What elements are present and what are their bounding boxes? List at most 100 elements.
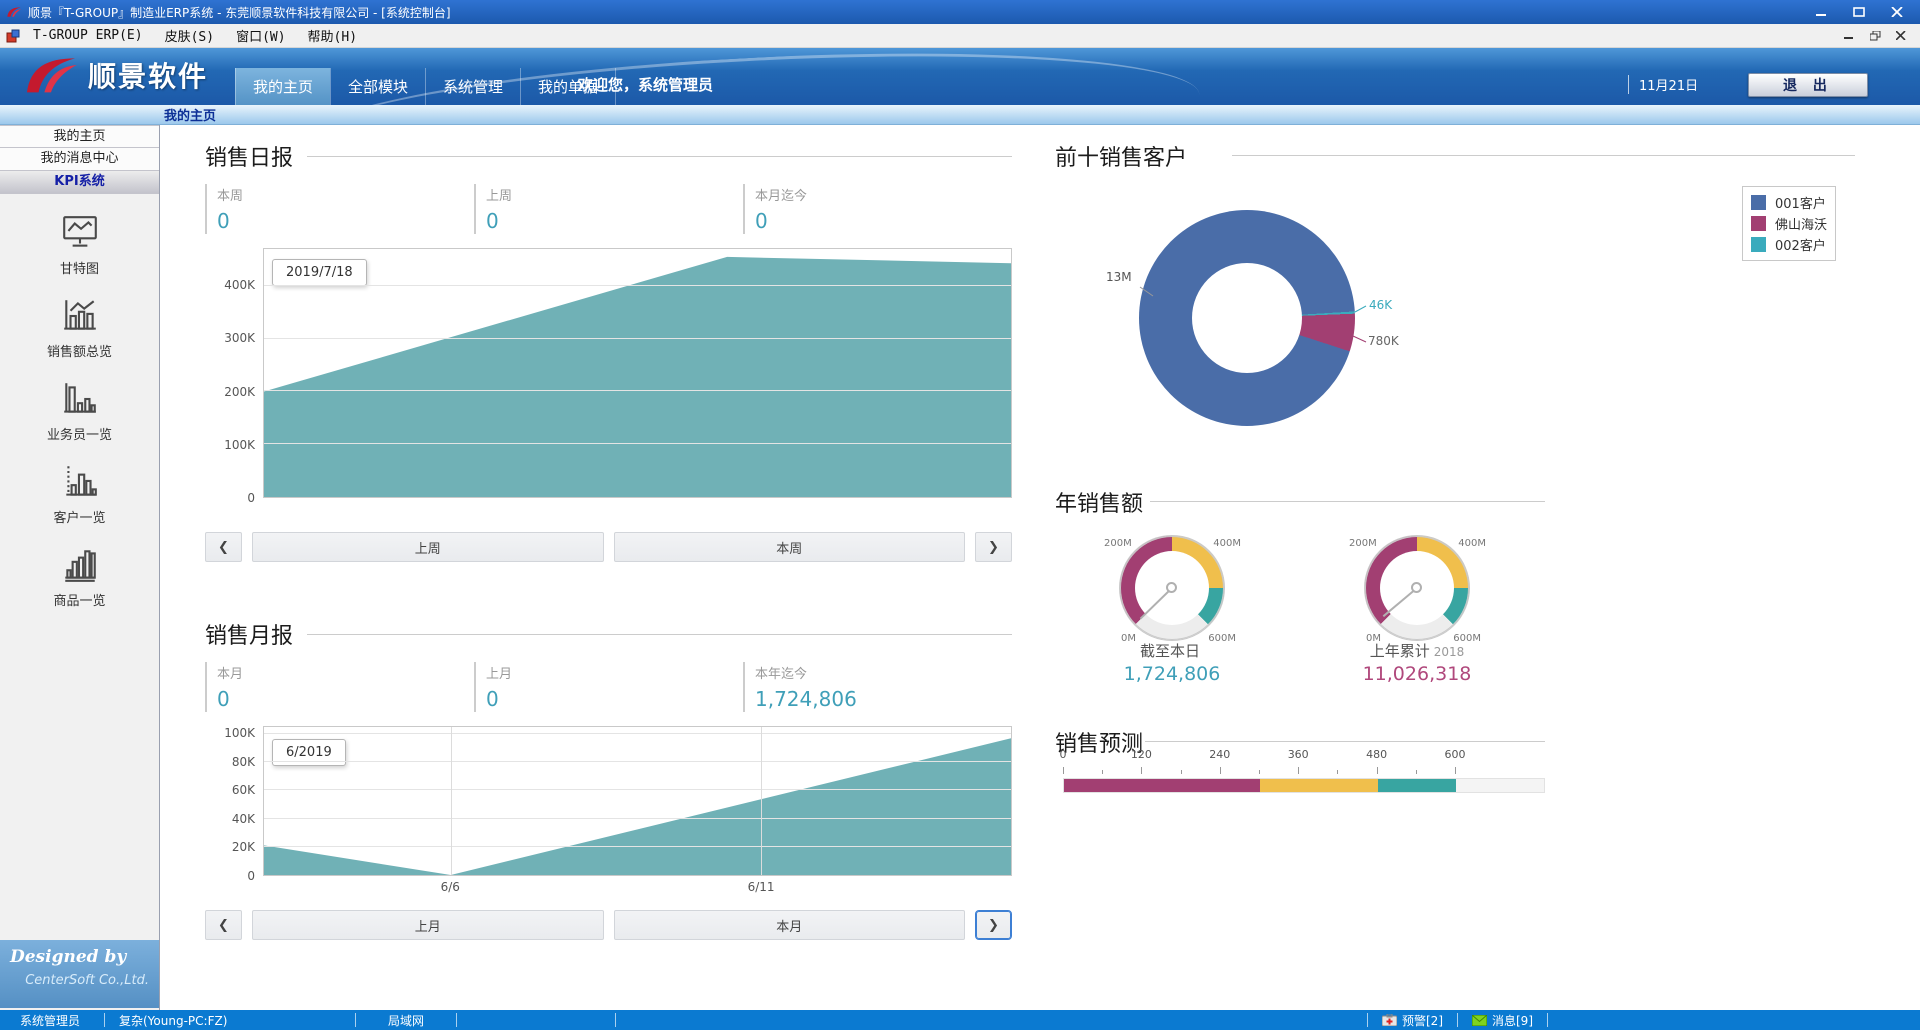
app-logo-icon — [6, 4, 22, 20]
sidebar-item-label: 销售额总览 — [0, 341, 159, 360]
sidebar-item-label: 业务员一览 — [0, 424, 159, 443]
breadcrumb: 我的主页 — [164, 105, 216, 124]
sidebar-item-kpi-system[interactable]: KPI系统 — [0, 171, 159, 194]
section-title-top-customers: 前十销售客户 — [1055, 140, 1187, 172]
daily-this-week-button[interactable]: 本周 — [614, 532, 966, 562]
donut-label-780k: 780K — [1368, 334, 1399, 348]
legend-item[interactable]: 002客户 — [1751, 234, 1827, 255]
monthly-last-month-button[interactable]: 上月 — [252, 910, 604, 940]
daily-sales-section: 销售日报 本周 0 上周 0 本月迄今 0 — [205, 140, 1012, 562]
gauge-today-value: 1,724,806 — [1082, 663, 1262, 685]
close-icon[interactable] — [1880, 3, 1914, 21]
mdi-child-icon — [6, 29, 20, 43]
y-axis-labels: 020K40K60K80K100K — [205, 726, 263, 876]
section-title-daily: 销售日报 — [205, 140, 293, 172]
brand-logo: 顺景软件 — [22, 53, 208, 97]
legend-label: 002客户 — [1775, 235, 1826, 254]
gauge-pivot — [1166, 582, 1177, 593]
gantt-chart-icon — [60, 236, 100, 255]
logo-swoosh-icon — [22, 53, 80, 97]
legend-swatch — [1751, 237, 1766, 252]
app-header: 顺景软件 我的主页 全部模块 系统管理 我的单据 欢迎您，系统管理员 11月21… — [0, 48, 1920, 105]
y-axis-labels: 0100K200K300K400K — [205, 248, 263, 498]
legend-item[interactable]: 001客户 — [1751, 192, 1827, 213]
gauge-last-year-caption: 上年累计2018 — [1337, 640, 1497, 661]
daily-last-week-button[interactable]: 上周 — [252, 532, 604, 562]
customer-chart-icon — [60, 485, 100, 504]
main-tabs: 我的主页 全部模块 系统管理 我的单据 — [235, 68, 616, 105]
welcome-text: 欢迎您，系统管理员 — [578, 74, 713, 95]
sidebar-item-sales-overview[interactable]: 销售额总览 — [0, 298, 159, 360]
daily-plot-area: 2019/7/18 — [263, 248, 1012, 498]
message-icon — [1472, 1015, 1487, 1026]
mdi-minimize-icon[interactable] — [1836, 27, 1862, 45]
sidebar-item-gantt[interactable]: 甘特图 — [0, 215, 159, 277]
status-alert[interactable]: 预警[2] — [1368, 1012, 1457, 1029]
sidebar-item-salesman-overview[interactable]: 业务员一览 — [0, 381, 159, 443]
daily-next-button[interactable]: ❯ — [975, 532, 1012, 562]
monthly-next-button[interactable]: ❯ — [975, 910, 1012, 940]
mdi-restore-icon[interactable] — [1862, 27, 1888, 45]
forecast-scale-labels: 0120240360480600 — [1050, 748, 1550, 762]
product-chart-icon — [60, 568, 100, 587]
breadcrumb-band: 我的主页 — [0, 105, 1920, 125]
menu-item-tgroup-erp[interactable]: T-GROUP ERP(E) — [22, 28, 154, 43]
stat-month-to-date: 本月迄今 0 — [743, 184, 1012, 234]
forecast-segment — [1064, 779, 1260, 792]
forecast-segment — [1260, 779, 1378, 792]
tab-all-modules[interactable]: 全部模块 — [330, 68, 425, 105]
sidebar-item-customer-overview[interactable]: 客户一览 — [0, 464, 159, 526]
company-text: CenterSoft Co.,Ltd. — [10, 973, 149, 988]
header-date: 11月21日 — [1628, 75, 1698, 94]
mdi-close-icon[interactable] — [1888, 27, 1914, 45]
designed-by-text: Designed by — [10, 947, 149, 967]
designed-by-panel: Designed by CenterSoft Co.,Ltd. — [0, 940, 159, 1008]
sidebar-item-label: 客户一览 — [0, 507, 159, 526]
sidebar-item-message-center[interactable]: 我的消息中心 — [0, 148, 159, 171]
donut-legend: 001客户佛山海沃 002客户 — [1742, 186, 1836, 261]
stat-last-month: 上月 0 — [474, 662, 743, 712]
gauge-today-caption: 截至本日 — [1092, 640, 1252, 661]
menu-item-help[interactable]: 帮助(H) — [297, 26, 368, 45]
monthly-this-month-button[interactable]: 本月 — [614, 910, 966, 940]
alert-icon — [1382, 1014, 1397, 1026]
legend-label: 佛山海沃 — [1775, 214, 1827, 233]
monthly-nav-buttons: ❮ 上月 本月 ❯ — [205, 910, 1012, 940]
forecast-scale-ticks — [1050, 766, 1550, 774]
monthly-sales-section: 销售月报 本月 0 上月 0 本年迄今 1,724,806 — [205, 618, 1012, 940]
legend-item[interactable]: 佛山海沃 — [1751, 213, 1827, 234]
top-customers-donut — [1139, 210, 1355, 426]
title-rule — [1145, 741, 1545, 742]
menu-item-skin[interactable]: 皮肤(S) — [154, 26, 225, 45]
legend-label: 001客户 — [1775, 193, 1826, 212]
exit-button[interactable]: 退 出 — [1748, 73, 1868, 97]
main-content: 销售日报 本周 0 上周 0 本月迄今 0 — [160, 125, 1920, 1010]
gauge-today: 200M 400M 0M 600M — [1120, 536, 1224, 640]
stat-this-week: 本周 0 — [205, 184, 474, 234]
status-message[interactable]: 消息[9] — [1458, 1012, 1547, 1029]
sidebar-item-label: 商品一览 — [0, 590, 159, 609]
salesman-chart-icon — [60, 402, 100, 421]
title-rule — [307, 156, 1012, 157]
monthly-stats: 本月 0 上月 0 本年迄今 1,724,806 — [205, 662, 1012, 712]
legend-swatch — [1751, 195, 1766, 210]
window-titlebar: 顺景『T-GROUP』制造业ERP系统 - 东莞顺景软件科技有限公司 - [系统… — [0, 0, 1920, 24]
sidebar-item-my-home[interactable]: 我的主页 — [0, 125, 159, 148]
daily-prev-button[interactable]: ❮ — [205, 532, 242, 562]
x-axis-labels: 6/66/11 — [263, 876, 1012, 895]
maximize-icon[interactable] — [1842, 3, 1876, 21]
title-rule — [1150, 501, 1545, 502]
daily-sales-chart: 0100K200K300K400K 2019/7/18 — [205, 248, 1012, 517]
menu-item-window[interactable]: 窗口(W) — [225, 26, 296, 45]
minimize-icon[interactable] — [1804, 3, 1838, 21]
tab-my-home[interactable]: 我的主页 — [235, 68, 330, 105]
forecast-segment — [1378, 779, 1456, 792]
sidebar-item-product-overview[interactable]: 商品一览 — [0, 547, 159, 609]
menu-bar: T-GROUP ERP(E) 皮肤(S) 窗口(W) 帮助(H) — [0, 24, 1920, 48]
stat-year-to-date: 本年迄今 1,724,806 — [743, 662, 1012, 712]
donut-label-13m: 13M — [1106, 270, 1132, 284]
logo-text: 顺景软件 — [88, 55, 208, 95]
tab-system-admin[interactable]: 系统管理 — [425, 68, 520, 105]
forecast-remainder — [1456, 779, 1544, 792]
monthly-prev-button[interactable]: ❮ — [205, 910, 242, 940]
